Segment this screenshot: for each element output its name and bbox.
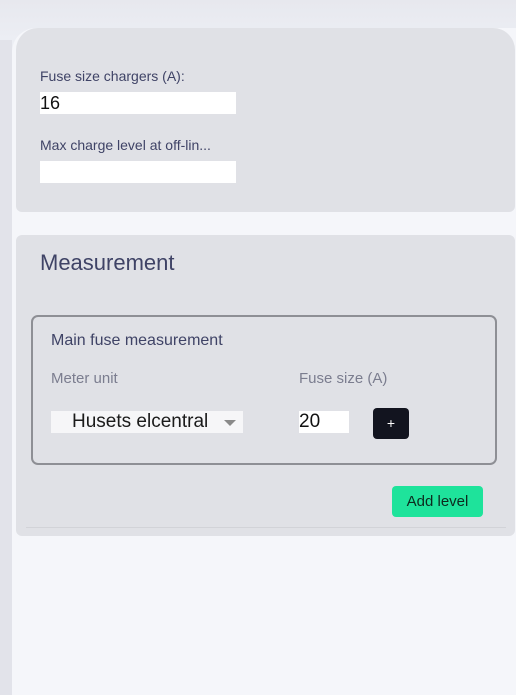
divider — [26, 527, 506, 528]
add-level-button[interactable]: Add level — [392, 486, 483, 517]
add-meter-button[interactable]: + — [373, 408, 409, 439]
max-charge-level-input[interactable] — [40, 161, 236, 183]
main-fuse-measurement-title: Main fuse measurement — [51, 332, 223, 349]
left-edge — [0, 40, 12, 695]
meter-unit-select[interactable]: Husets elcentral — [51, 411, 243, 433]
max-charge-level-label: Max charge level at off-lin... — [40, 137, 211, 153]
meter-unit-selected-value: Husets elcentral — [72, 411, 209, 432]
measurement-card: Measurement Main fuse measurement Meter … — [16, 235, 515, 536]
fuse-size-chargers-label: Fuse size chargers (A): — [40, 68, 185, 84]
chevron-down-icon — [224, 420, 236, 426]
meter-unit-label: Meter unit — [51, 370, 118, 387]
fuse-size-label: Fuse size (A) — [299, 370, 388, 387]
fuse-size-chargers-input[interactable] — [40, 92, 236, 114]
charger-settings-card: Fuse size chargers (A): Max charge level… — [16, 28, 515, 212]
main-fuse-measurement-group: Main fuse measurement Meter unit Fuse si… — [31, 315, 497, 465]
measurement-title: Measurement — [40, 250, 175, 275]
fuse-size-input[interactable] — [299, 411, 349, 433]
